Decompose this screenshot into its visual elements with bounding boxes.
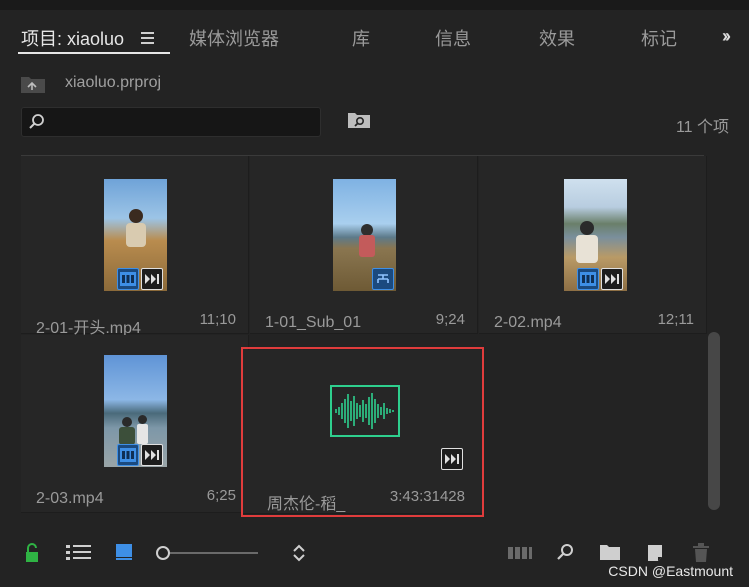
sort-icon[interactable]: [291, 543, 307, 563]
selection-highlight: [241, 347, 484, 517]
clip-duration: 9;24: [435, 311, 465, 328]
audio-track-icon: [141, 268, 163, 290]
new-item-icon[interactable]: [645, 543, 665, 563]
item-count: 11 个项: [675, 119, 729, 136]
title-strip: [0, 0, 749, 10]
clip-duration: 12;11: [657, 311, 694, 328]
tab-media-browser[interactable]: 媒体浏览器: [189, 25, 279, 51]
lock-icon[interactable]: [24, 543, 40, 563]
automate-to-sequence-icon[interactable]: [507, 543, 533, 561]
active-tab-underline: [18, 52, 170, 54]
clip-item[interactable]: 2-01-开头.mp4 11;10: [21, 156, 249, 337]
clip-name: 2-02.mp4: [494, 314, 562, 331]
new-bin-icon[interactable]: [599, 543, 621, 561]
find-icon[interactable]: [556, 543, 574, 563]
video-clip-icon: [117, 444, 139, 466]
zoom-slider[interactable]: [155, 543, 260, 563]
search-icon: [29, 114, 44, 129]
clip-name: 1-01_Sub_01: [265, 314, 362, 331]
clip-item[interactable]: 1-01_Sub_01 9;24: [250, 156, 478, 334]
clip-duration: 11;10: [199, 311, 236, 328]
vertical-scrollbar[interactable]: [708, 332, 720, 510]
panel-menu-icon[interactable]: [141, 32, 154, 44]
tab-markers[interactable]: 标记: [641, 25, 677, 51]
video-clip-icon: [117, 268, 139, 290]
project-file-name: xiaoluo.prproj: [65, 74, 162, 91]
more-tabs-chevron-icon[interactable]: ››: [722, 26, 731, 47]
sequence-icon: [372, 268, 394, 290]
tab-effects[interactable]: 效果: [539, 25, 575, 51]
parent-bin-icon[interactable]: [20, 74, 46, 94]
icon-view-icon[interactable]: [115, 543, 133, 561]
audio-track-icon: [601, 268, 623, 290]
panel-tab-bar: 项目: xiaoluo 媒体浏览器 库 信息 效果 标记 ››: [0, 10, 749, 58]
new-search-bin-icon[interactable]: [347, 111, 371, 129]
list-view-icon[interactable]: [66, 543, 92, 561]
video-clip-icon: [577, 268, 599, 290]
clip-name: 2-03.mp4: [36, 490, 104, 507]
clip-duration: 6;25: [206, 487, 236, 504]
tab-project[interactable]: 项目: xiaoluo: [21, 25, 124, 51]
audio-track-icon: [141, 444, 163, 466]
tab-info[interactable]: 信息: [435, 25, 471, 51]
watermark-text: CSDN @Eastmount: [608, 563, 733, 579]
trash-icon[interactable]: [692, 543, 710, 563]
clip-item[interactable]: 2-02.mp4 12;11: [479, 156, 707, 334]
clip-item[interactable]: 2-03.mp4 6;25: [21, 335, 249, 513]
search-input[interactable]: [21, 107, 321, 137]
tab-libraries[interactable]: 库: [352, 25, 370, 51]
